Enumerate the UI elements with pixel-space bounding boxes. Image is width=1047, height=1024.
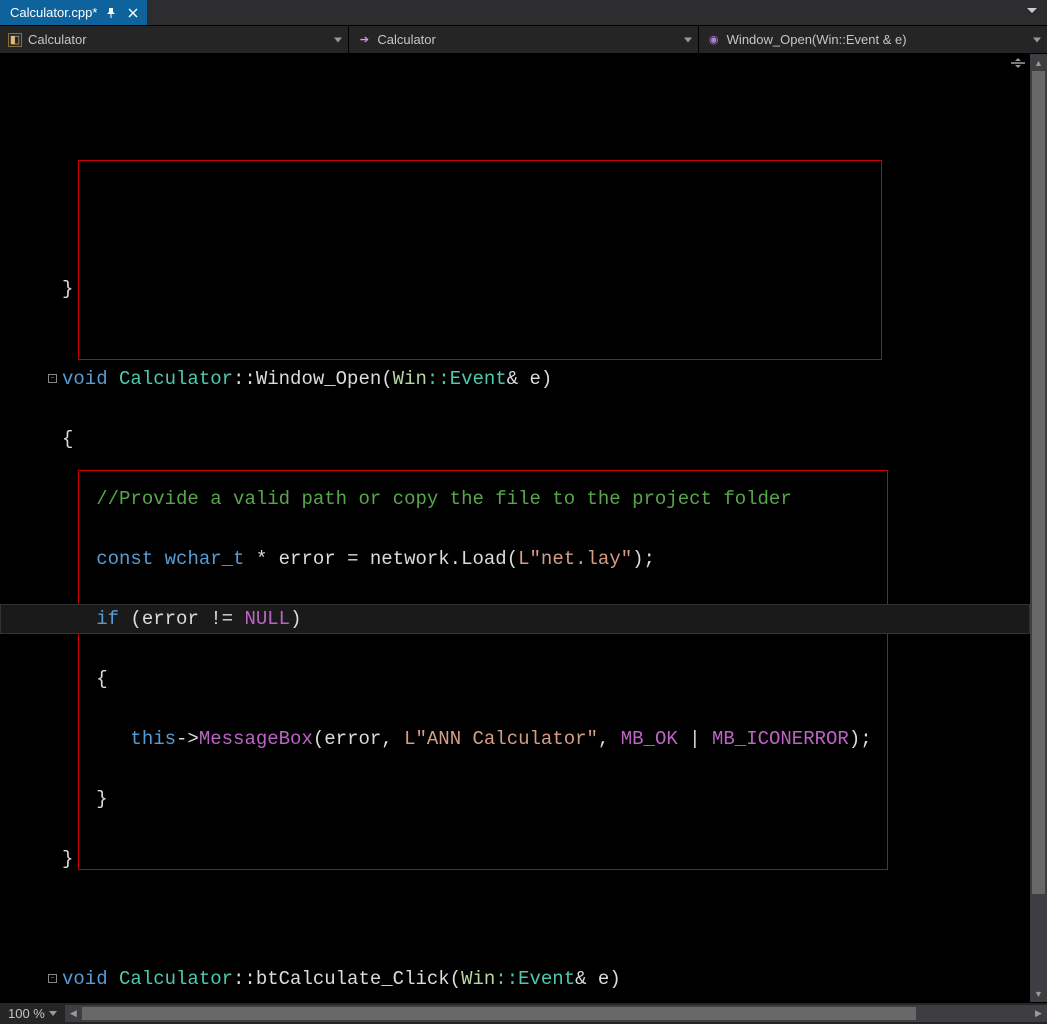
member-label: Window_Open(Win::Event & e) bbox=[727, 32, 907, 47]
tab-overflow-icon[interactable] bbox=[1027, 4, 1043, 20]
scroll-down-icon[interactable]: ▼ bbox=[1030, 985, 1047, 1002]
vertical-scrollbar[interactable]: ▲ ▼ bbox=[1030, 54, 1047, 1002]
editor-area: } -void Calculator::Window_Open(Win::Eve… bbox=[0, 54, 1047, 1002]
code-editor[interactable]: } -void Calculator::Window_Open(Win::Eve… bbox=[0, 54, 1030, 1002]
highlight-box bbox=[78, 160, 882, 360]
zoom-combo[interactable]: 100 % bbox=[0, 1006, 65, 1021]
code-line: } bbox=[0, 784, 1030, 814]
scroll-track[interactable] bbox=[82, 1005, 1030, 1022]
close-icon[interactable] bbox=[125, 5, 141, 21]
code-line bbox=[0, 904, 1030, 934]
fold-icon[interactable]: - bbox=[48, 374, 57, 383]
fold-icon[interactable]: - bbox=[48, 974, 57, 983]
zoom-label: 100 % bbox=[8, 1006, 45, 1021]
code-line: { bbox=[0, 664, 1030, 694]
code-line: } bbox=[0, 844, 1030, 874]
split-handle-icon[interactable] bbox=[1008, 56, 1028, 70]
status-bar: 100 % ◀ ▶ bbox=[0, 1002, 1047, 1024]
code-line: { bbox=[0, 424, 1030, 454]
chevron-down-icon bbox=[334, 37, 342, 42]
code-line-current: if (error != NULL) bbox=[0, 604, 1030, 634]
tab-title: Calculator.cpp* bbox=[10, 5, 97, 20]
code-line: const wchar_t * error = network.Load(L"n… bbox=[0, 544, 1030, 574]
arrow-icon: ➔ bbox=[357, 33, 371, 47]
chevron-down-icon bbox=[49, 1011, 57, 1016]
code-line: //Provide a valid path or copy the file … bbox=[0, 484, 1030, 514]
tab-strip: Calculator.cpp* bbox=[0, 0, 1047, 26]
chevron-down-icon bbox=[684, 37, 692, 42]
horizontal-scrollbar[interactable]: ◀ ▶ bbox=[65, 1005, 1047, 1022]
scroll-thumb[interactable] bbox=[1032, 71, 1045, 894]
file-tab[interactable]: Calculator.cpp* bbox=[0, 0, 147, 25]
scroll-up-icon[interactable]: ▲ bbox=[1030, 54, 1047, 71]
code-line: -void Calculator::Window_Open(Win::Event… bbox=[0, 364, 1030, 394]
member-combo[interactable]: ◉ Window_Open(Win::Event & e) bbox=[699, 26, 1047, 53]
pin-icon[interactable] bbox=[103, 5, 119, 21]
type-label: Calculator bbox=[377, 32, 436, 47]
code-line: } bbox=[0, 274, 1030, 304]
scroll-left-icon[interactable]: ◀ bbox=[65, 1005, 82, 1022]
code-line: this->MessageBox(error, L"ANN Calculator… bbox=[0, 724, 1030, 754]
type-combo[interactable]: ➔ Calculator bbox=[349, 26, 698, 53]
code-line: -void Calculator::btCalculate_Click(Win:… bbox=[0, 964, 1030, 994]
scroll-right-icon[interactable]: ▶ bbox=[1030, 1005, 1047, 1022]
scope-combo[interactable]: ◧ Calculator bbox=[0, 26, 349, 53]
class-icon: ◧ bbox=[8, 33, 22, 47]
chevron-down-icon bbox=[1033, 37, 1041, 42]
scroll-track[interactable] bbox=[1030, 71, 1047, 985]
cube-icon: ◉ bbox=[707, 33, 721, 47]
scroll-thumb[interactable] bbox=[82, 1007, 916, 1020]
scope-label: Calculator bbox=[28, 32, 87, 47]
navigation-bar: ◧ Calculator ➔ Calculator ◉ Window_Open(… bbox=[0, 26, 1047, 54]
